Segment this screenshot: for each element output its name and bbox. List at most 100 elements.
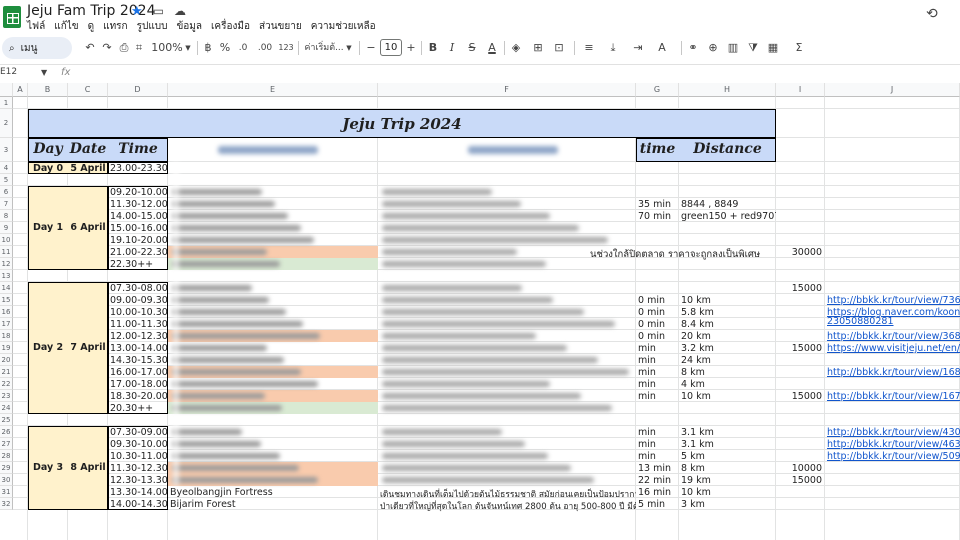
- distance-cell[interactable]: 10 km: [679, 487, 776, 498]
- duration-cell[interactable]: 0 min: [636, 331, 679, 342]
- distance-cell[interactable]: 8 km: [679, 367, 776, 378]
- move-icon[interactable]: ▭: [153, 4, 164, 19]
- time-cell[interactable]: 12.00-12.30: [108, 331, 168, 342]
- distance-cell[interactable]: 5 km: [679, 451, 776, 462]
- row-header[interactable]: 9: [0, 222, 13, 234]
- filter-views-icon[interactable]: ▦: [766, 40, 780, 56]
- distance-cell[interactable]: 10 km: [679, 391, 776, 402]
- distance-cell[interactable]: 10 km: [679, 295, 776, 306]
- time-cell[interactable]: 07.30-09.00: [108, 427, 168, 438]
- column-header-j[interactable]: J: [825, 83, 960, 97]
- time-cell[interactable]: 10.00-10.30: [108, 307, 168, 318]
- text-color-button[interactable]: A: [486, 40, 498, 56]
- chart-icon[interactable]: ▥: [726, 40, 740, 56]
- duration-cell[interactable]: min: [636, 391, 679, 402]
- time-cell[interactable]: 14.00-15.00: [108, 211, 168, 222]
- paint-format-icon[interactable]: ⌗: [132, 40, 146, 56]
- cost-cell[interactable]: 30000: [776, 247, 822, 258]
- distance-cell[interactable]: 19 km: [679, 475, 776, 486]
- bold-button[interactable]: B: [427, 40, 439, 56]
- row-header[interactable]: 5: [0, 174, 13, 186]
- link-icon[interactable]: ⚭: [686, 40, 700, 56]
- distance-cell[interactable]: 3.1 km: [679, 427, 776, 438]
- column-header-h[interactable]: H: [679, 83, 776, 97]
- row-header[interactable]: 18: [0, 330, 13, 342]
- distance-cell[interactable]: 3.2 km: [679, 343, 776, 354]
- distance-cell[interactable]: 4 km: [679, 379, 776, 390]
- font-size-increase-icon[interactable]: +: [405, 40, 417, 56]
- distance-cell[interactable]: green150 + red9707: [679, 211, 776, 222]
- duration-cell[interactable]: min: [636, 427, 679, 438]
- row-header[interactable]: 32: [0, 498, 13, 510]
- distance-cell[interactable]: 24 km: [679, 355, 776, 366]
- time-cell[interactable]: 14.00-14.30: [108, 499, 168, 510]
- column-header-e[interactable]: E: [168, 83, 378, 97]
- column-header-i[interactable]: I: [776, 83, 825, 97]
- history-icon[interactable]: ⟲: [926, 6, 938, 22]
- menu-item[interactable]: ส่วนขยาย: [259, 19, 302, 34]
- hyperlink[interactable]: http://bbkk.kr/tour/view/736: [825, 295, 960, 306]
- comment-icon[interactable]: ⊕: [706, 40, 720, 56]
- hyperlink[interactable]: http://bbkk.kr/tour/view/1674: [825, 391, 960, 402]
- time-cell[interactable]: 21.00-22.30: [108, 247, 168, 258]
- hyperlink[interactable]: https://www.visitjeju.net/en/det: [825, 343, 960, 354]
- row-header[interactable]: 2: [0, 109, 13, 138]
- time-cell[interactable]: 19.10-20.00: [108, 235, 168, 246]
- time-cell[interactable]: 14.30-15.30: [108, 355, 168, 366]
- time-cell[interactable]: 18.30-20.00: [108, 391, 168, 402]
- menu-item[interactable]: ดู: [88, 19, 95, 34]
- time-cell[interactable]: 20.30++: [108, 403, 168, 414]
- percent-button[interactable]: %: [219, 40, 231, 56]
- row-header[interactable]: 7: [0, 198, 13, 210]
- time-cell[interactable]: 09.30-10.00: [108, 439, 168, 450]
- font-size-decrease-icon[interactable]: −: [365, 40, 377, 56]
- row-header[interactable]: 19: [0, 342, 13, 354]
- row-header[interactable]: 31: [0, 486, 13, 498]
- duration-cell[interactable]: 0 min: [636, 319, 679, 330]
- time-cell[interactable]: 13.30-14.00: [108, 487, 168, 498]
- row-header[interactable]: 23: [0, 390, 13, 402]
- time-cell[interactable]: 10.30-11.00: [108, 451, 168, 462]
- menu-item[interactable]: แก้ไข: [54, 19, 78, 34]
- row-header[interactable]: 13: [0, 270, 13, 282]
- distance-cell[interactable]: 3 km: [679, 499, 776, 510]
- cost-cell[interactable]: 10000: [776, 463, 822, 474]
- row-header[interactable]: 16: [0, 306, 13, 318]
- menu-item[interactable]: ข้อมูล: [176, 19, 202, 34]
- hyperlink[interactable]: http://bbkk.kr/tour/view/3689: [825, 331, 960, 342]
- column-header-c[interactable]: C: [68, 83, 108, 97]
- column-header-b[interactable]: B: [28, 83, 68, 97]
- row-header[interactable]: 11: [0, 246, 13, 258]
- cost-cell[interactable]: 15000: [776, 391, 822, 402]
- row-header[interactable]: 1: [0, 97, 13, 109]
- row-header[interactable]: 10: [0, 234, 13, 246]
- row-header[interactable]: 15: [0, 294, 13, 306]
- duration-cell[interactable]: 0 min: [636, 295, 679, 306]
- borders-icon[interactable]: ⊞: [531, 40, 545, 56]
- row-header[interactable]: 17: [0, 318, 13, 330]
- time-cell[interactable]: 13.00-14.00: [108, 343, 168, 354]
- detail-tail[interactable]: นช่วงใกล้ปิดตลาด ราคาจะถูกลงเป็นพิเศษ: [588, 247, 776, 262]
- print-icon[interactable]: ⎙: [117, 40, 131, 56]
- row-header[interactable]: 3: [0, 138, 13, 162]
- column-header-f[interactable]: F: [378, 83, 636, 97]
- menu-search[interactable]: ⌕ เมนู: [2, 37, 72, 59]
- row-header[interactable]: 20: [0, 354, 13, 366]
- time-cell[interactable]: 11.00-11.30: [108, 319, 168, 330]
- undo-icon[interactable]: ↶: [83, 40, 97, 56]
- menu-item[interactable]: เครื่องมือ: [211, 19, 250, 34]
- align-left-icon[interactable]: ≡: [582, 40, 596, 56]
- row-header[interactable]: 12: [0, 258, 13, 270]
- menu-item[interactable]: รูปแบบ: [137, 19, 168, 34]
- distance-cell[interactable]: 8.4 km: [679, 319, 776, 330]
- duration-cell[interactable]: 5 min: [636, 499, 679, 510]
- row-header[interactable]: 4: [0, 162, 13, 174]
- time-cell[interactable]: 09.00-09.30: [108, 295, 168, 306]
- time-cell[interactable]: 12.30-13.30: [108, 475, 168, 486]
- redo-icon[interactable]: ↷: [100, 40, 114, 56]
- duration-cell[interactable]: min: [636, 343, 679, 354]
- duration-cell[interactable]: 22 min: [636, 475, 679, 486]
- distance-cell[interactable]: 20 km: [679, 331, 776, 342]
- time-cell[interactable]: 07.30-08.00: [108, 283, 168, 294]
- duration-cell[interactable]: min: [636, 367, 679, 378]
